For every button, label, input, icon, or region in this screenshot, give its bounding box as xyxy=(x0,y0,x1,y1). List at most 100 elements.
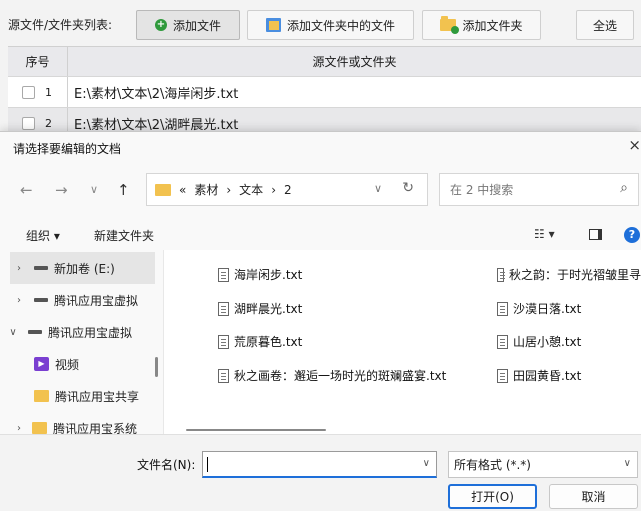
filename-label: 文件名(N): xyxy=(137,458,196,472)
sidebar-item-label: 腾讯应用宝虚拟 xyxy=(54,293,139,308)
refresh-icon[interactable]: ↻ xyxy=(402,180,414,196)
file-name: 田园黄昏.txt xyxy=(513,369,582,383)
select-all-label: 全选 xyxy=(592,18,617,33)
add-file-button[interactable]: + 添加文件 xyxy=(136,10,240,40)
source-file-table: 序号 源文件或文件夹 1 E:\素材\文本\2\海岸闲步.txt 2 E:\素材… xyxy=(8,46,641,139)
sidebar-item-tencent-virtual-1[interactable]: › 腾讯应用宝虚拟 xyxy=(10,284,155,316)
text-file-icon xyxy=(497,301,508,316)
search-icon: ⌕ xyxy=(620,180,628,196)
main-app-window: 源文件/文件夹列表: + 添加文件 添加文件夹中的文件 添加文件夹 全选 序号 … xyxy=(0,0,641,139)
folder-documents-icon xyxy=(265,18,281,32)
row-checkbox[interactable] xyxy=(22,116,35,130)
breadcrumb-separator: › xyxy=(271,182,276,197)
sidebar-item-label: 新加卷 (E:) xyxy=(54,261,115,276)
add-folder-button[interactable]: 添加文件夹 xyxy=(422,10,541,40)
filename-dropdown-icon[interactable]: ∨ xyxy=(423,458,430,469)
file-name: 沙漠日落.txt xyxy=(513,302,582,316)
up-arrow-icon[interactable]: ↑ xyxy=(117,181,130,199)
file-item[interactable]: 田园黄昏.txt xyxy=(497,367,581,384)
text-file-icon xyxy=(218,301,229,316)
breadcrumb-item[interactable]: 2 xyxy=(284,183,292,197)
search-input[interactable]: 在 2 中搜索 ⌕ xyxy=(439,173,639,206)
row-number: 1 xyxy=(45,85,52,99)
text-file-icon xyxy=(497,368,508,383)
file-name: 湖畔晨光.txt xyxy=(234,302,303,316)
drive-icon xyxy=(34,298,48,302)
file-list: 海岸闲步.txt 湖畔晨光.txt 荒原暮色.txt 秋之画卷：邂逅一场时光的斑… xyxy=(164,250,641,434)
file-item[interactable]: 荒原暮色.txt xyxy=(218,333,302,350)
forward-arrow-icon[interactable]: → xyxy=(55,181,68,199)
table-row[interactable]: 1 E:\素材\文本\2\海岸闲步.txt xyxy=(8,77,641,108)
new-folder-button[interactable]: 新建文件夹 xyxy=(94,227,154,244)
navigation-pane: › 新加卷 (E:) › 腾讯应用宝虚拟 ∨ 腾讯应用宝虚拟 ▶ 视频 腾讯应用… xyxy=(0,250,163,436)
column-header-no[interactable]: 序号 xyxy=(8,47,68,76)
help-icon[interactable]: ? xyxy=(624,227,640,243)
organize-menu[interactable]: 组织 ▾ xyxy=(26,227,60,244)
chevron-down-icon: ∨ xyxy=(623,458,631,469)
close-icon[interactable]: × xyxy=(628,136,641,154)
row-checkbox[interactable] xyxy=(22,85,35,99)
file-name: 海岸闲步.txt xyxy=(234,268,303,282)
sidebar-item-label: 视频 xyxy=(55,357,80,372)
add-circle-icon: + xyxy=(154,19,167,31)
dialog-title: 请选择要编辑的文档 xyxy=(13,142,122,156)
expand-chevron-icon[interactable]: › xyxy=(10,295,28,306)
file-item[interactable]: 沙漠日落.txt xyxy=(497,300,581,317)
sidebar-item-video[interactable]: ▶ 视频 xyxy=(30,348,175,380)
address-bar[interactable]: « 素材 › 文本 › 2 ∨ ↻ xyxy=(146,173,428,206)
row-number: 2 xyxy=(45,116,52,130)
breadcrumb-item[interactable]: 文本 xyxy=(239,181,263,198)
sidebar-scrollbar[interactable] xyxy=(155,357,158,377)
horizontal-scrollbar[interactable] xyxy=(186,429,326,431)
file-name: 山居小憩.txt xyxy=(513,335,582,349)
expand-chevron-icon[interactable]: › xyxy=(10,263,28,274)
expand-chevron-icon[interactable]: › xyxy=(10,423,28,434)
view-options-icon[interactable]: ☷ ▾ xyxy=(534,227,555,241)
sidebar-item-label: 腾讯应用宝虚拟 xyxy=(48,325,133,340)
dialog-footer: 文件名(N): ∨ 所有格式 (*.*) ∨ 打开(O) 取消 xyxy=(0,434,641,511)
file-name: 秋之画卷：邂逅一场时光的斑斓盛宴.txt xyxy=(234,369,447,383)
video-icon: ▶ xyxy=(34,357,49,371)
row-path: E:\素材\文本\2\海岸闲步.txt xyxy=(74,86,239,102)
file-item[interactable]: 秋之韵：于时光褶皱里寻 xyxy=(497,266,641,283)
breadcrumb-overflow[interactable]: « xyxy=(179,183,186,197)
address-dropdown-icon[interactable]: ∨ xyxy=(374,182,382,195)
drive-icon xyxy=(34,266,48,270)
select-all-button[interactable]: 全选 xyxy=(576,10,634,40)
collapse-chevron-icon[interactable]: ∨ xyxy=(4,327,22,338)
text-file-icon xyxy=(218,334,229,349)
file-item[interactable]: 山居小憩.txt xyxy=(497,333,581,350)
filename-input[interactable]: ∨ xyxy=(202,451,437,478)
command-bar: 组织 ▾ 新建文件夹 ☷ ▾ ? xyxy=(0,220,641,250)
folder-icon xyxy=(155,183,171,196)
cancel-button[interactable]: 取消 xyxy=(549,484,638,509)
recent-locations-chevron-icon[interactable]: ∨ xyxy=(90,183,98,196)
file-type-value: 所有格式 (*.*) xyxy=(454,458,531,472)
sidebar-item-tencent-virtual-2[interactable]: ∨ 腾讯应用宝虚拟 xyxy=(4,316,149,348)
text-file-icon xyxy=(497,267,505,282)
sidebar-item-drive-e[interactable]: › 新加卷 (E:) xyxy=(10,252,155,284)
open-button[interactable]: 打开(O) xyxy=(448,484,537,509)
file-type-select[interactable]: 所有格式 (*.*) ∨ xyxy=(448,451,638,478)
sidebar-item-label: 腾讯应用宝共享 xyxy=(55,389,140,404)
breadcrumb-item[interactable]: 素材 xyxy=(194,181,218,198)
open-file-dialog: 请选择要编辑的文档 × ← → ∨ ↑ « 素材 › 文本 › 2 ∨ ↻ 在 … xyxy=(0,131,641,511)
sidebar-item-tencent-shared[interactable]: 腾讯应用宝共享 xyxy=(30,380,155,412)
drive-icon xyxy=(28,330,42,334)
file-name: 秋之韵：于时光褶皱里寻 xyxy=(508,268,641,282)
file-item[interactable]: 秋之画卷：邂逅一场时光的斑斓盛宴.txt xyxy=(218,367,446,384)
add-files-in-folder-button[interactable]: 添加文件夹中的文件 xyxy=(247,10,414,40)
file-name: 荒原暮色.txt xyxy=(234,335,303,349)
search-placeholder: 在 2 中搜索 xyxy=(450,183,514,197)
table-header: 序号 源文件或文件夹 xyxy=(8,47,641,77)
navigation-bar: ← → ∨ ↑ « 素材 › 文本 › 2 ∨ ↻ 在 2 中搜索 ⌕ xyxy=(0,169,641,209)
preview-pane-icon[interactable] xyxy=(589,229,602,240)
folder-icon xyxy=(32,422,47,434)
folder-add-icon xyxy=(440,16,460,34)
file-item[interactable]: 海岸闲步.txt xyxy=(218,266,302,283)
text-file-icon xyxy=(497,334,508,349)
back-arrow-icon[interactable]: ← xyxy=(20,181,33,199)
column-header-source[interactable]: 源文件或文件夹 xyxy=(68,47,641,76)
add-file-label: 添加文件 xyxy=(172,18,221,33)
file-item[interactable]: 湖畔晨光.txt xyxy=(218,300,302,317)
